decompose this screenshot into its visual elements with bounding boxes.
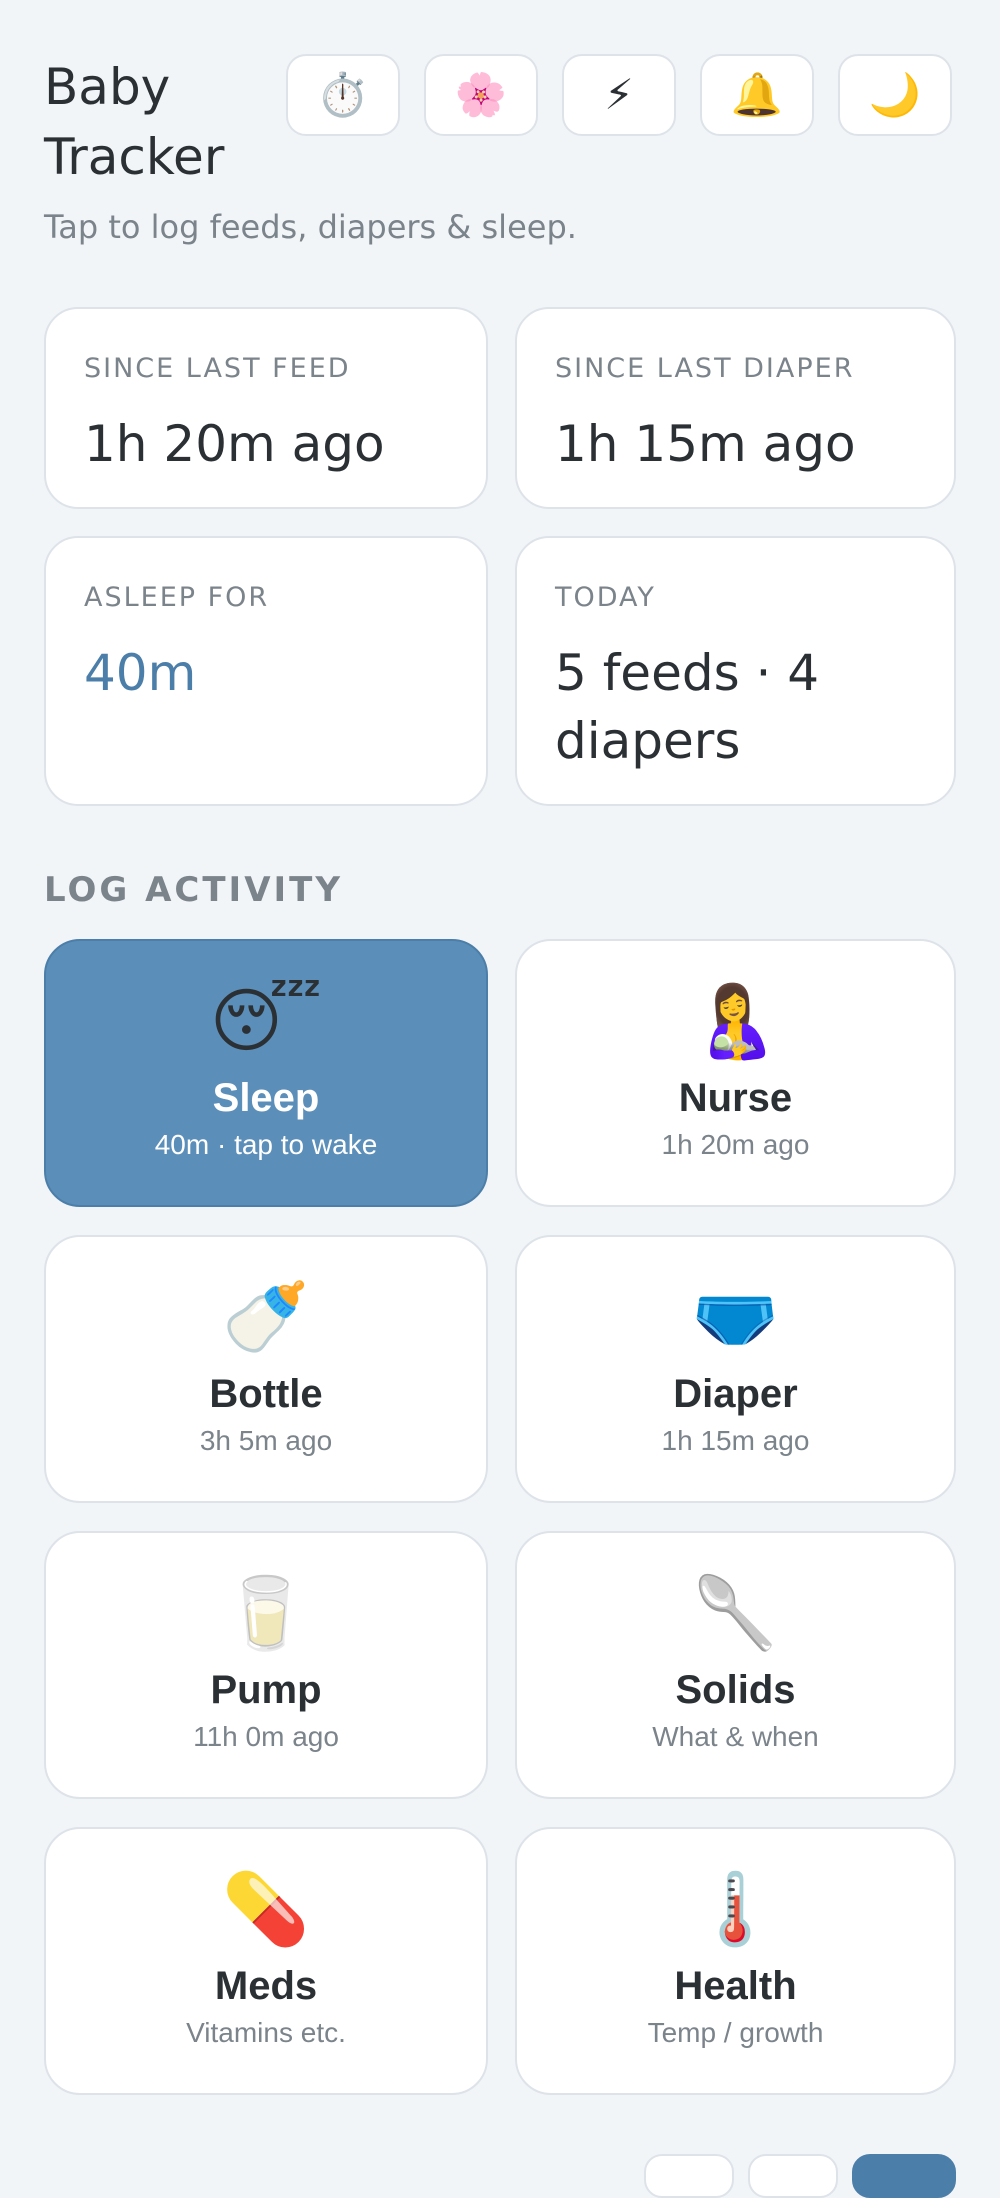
breastfeeding-icon: 🤱 [691, 981, 780, 1060]
tile-label: Pump [210, 1667, 322, 1712]
tile-sub: Temp / growth [647, 2016, 824, 2048]
tile-label: Meds [214, 1963, 318, 2008]
page-title: Baby Tracker [44, 58, 225, 186]
tile-sub: 3h 5m ago [199, 1424, 333, 1456]
lightning-button[interactable]: ⚡ [562, 54, 676, 136]
pump-icon: 🥛 [222, 1573, 310, 1652]
activity-tile-solids[interactable]: 🥄 Solids What & when [515, 1531, 956, 1799]
tile-label: Solids [675, 1667, 796, 1712]
stopwatch-icon: ⏱️ [316, 71, 370, 118]
stat-value: 1h 15m ago [555, 415, 856, 473]
stat-today: TODAY 5 feeds · 4 diapers [515, 536, 956, 806]
bell-button[interactable]: 🔔 [700, 54, 814, 136]
page-subtitle: Tap to log feeds, diapers & sleep. [44, 208, 577, 246]
toolbar: ⏱️ 🌸 ⚡ 🔔 🌙 [286, 54, 952, 136]
tile-sub: 40m · tap to wake [154, 1128, 378, 1160]
stat-value: 5 feeds · 4 diapers [555, 644, 820, 770]
bottom-bar [644, 2154, 956, 2198]
sleeping-face-icon: 😴 [209, 981, 323, 1060]
stopwatch-button[interactable]: ⏱️ [286, 54, 400, 136]
tile-label: Health [674, 1963, 797, 2008]
stat-value: 40m [84, 644, 197, 702]
tile-sub: 1h 20m ago [661, 1128, 810, 1160]
stat-label: ASLEEP FOR [84, 582, 270, 613]
tile-sub: 11h 0m ago [193, 1720, 339, 1752]
diaper-icon: 🩲 [691, 1277, 780, 1356]
stat-since-last-feed: SINCE LAST FEED 1h 20m ago [44, 307, 488, 509]
tile-label: Nurse [678, 1075, 793, 1120]
stat-asleep-for: ASLEEP FOR 40m [44, 536, 488, 806]
flower-button[interactable]: 🌸 [424, 54, 538, 136]
flower-icon: 🌸 [454, 71, 508, 118]
stat-label: TODAY [555, 582, 656, 613]
spoon-icon: 🥄 [691, 1573, 780, 1652]
tile-sub: 1h 15m ago [661, 1424, 810, 1456]
tile-sub: Vitamins etc. [186, 2016, 346, 2048]
thermometer-icon: 🌡️ [691, 1869, 780, 1948]
section-label-log-activity: LOG ACTIVITY [44, 870, 343, 910]
stat-since-last-diaper: SINCE LAST DIAPER 1h 15m ago [515, 307, 956, 509]
stat-label: SINCE LAST DIAPER [555, 353, 855, 384]
lightning-icon: ⚡ [604, 71, 634, 118]
pill-icon: 💊 [222, 1869, 310, 1948]
activity-tile-pump[interactable]: 🥛 Pump 11h 0m ago [44, 1531, 488, 1799]
activity-tile-meds[interactable]: 💊 Meds Vitamins etc. [44, 1827, 488, 2095]
stat-label: SINCE LAST FEED [84, 353, 351, 384]
tile-label: Diaper [673, 1371, 798, 1416]
tile-label: Bottle [209, 1371, 323, 1416]
baby-bottle-icon: 🍼 [222, 1277, 310, 1356]
tile-sub: What & when [652, 1720, 819, 1752]
activity-tile-nurse[interactable]: 🤱 Nurse 1h 20m ago [515, 939, 956, 1207]
bell-icon: 🔔 [730, 71, 784, 118]
tile-label: Sleep [212, 1075, 320, 1120]
activity-tile-diaper[interactable]: 🩲 Diaper 1h 15m ago [515, 1235, 956, 1503]
bottom-button[interactable] [748, 2154, 838, 2198]
activity-tile-bottle[interactable]: 🍼 Bottle 3h 5m ago [44, 1235, 488, 1503]
activity-tile-sleep[interactable]: 😴 Sleep 40m · tap to wake [44, 939, 488, 1207]
moon-icon: 🌙 [868, 71, 922, 118]
stat-value: 1h 20m ago [84, 415, 385, 473]
bottom-button[interactable] [644, 2154, 734, 2198]
activity-tile-health[interactable]: 🌡️ Health Temp / growth [515, 1827, 956, 2095]
bottom-primary-button[interactable] [852, 2154, 956, 2198]
moon-button[interactable]: 🌙 [838, 54, 952, 136]
